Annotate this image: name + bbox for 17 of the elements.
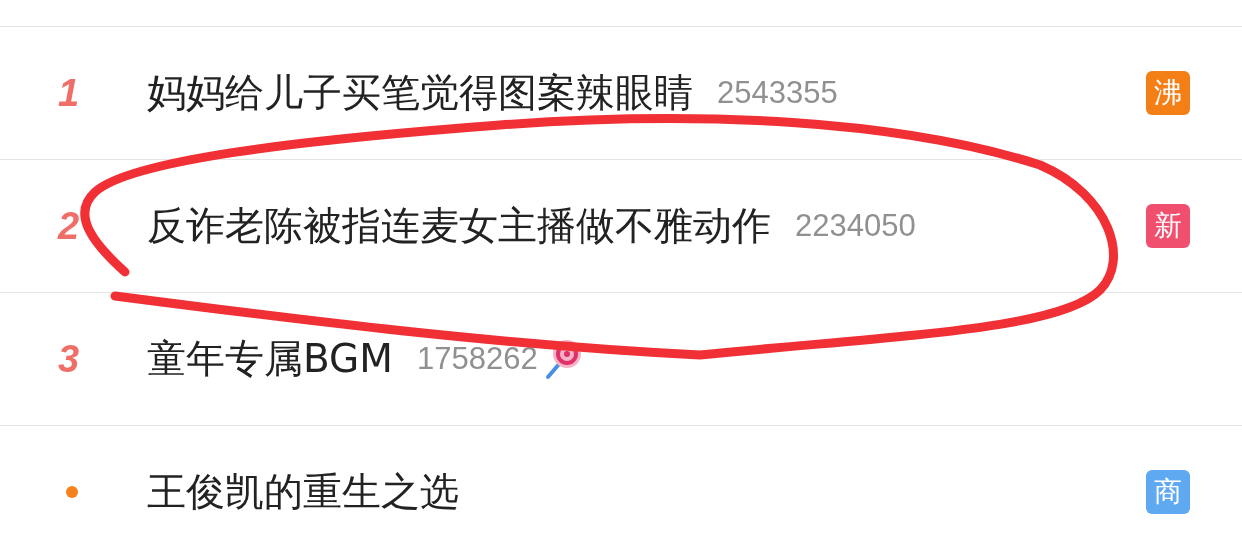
hot-badge: 沸: [1146, 71, 1190, 115]
heat-count: 2234050: [795, 208, 916, 244]
heat-count: 1758262: [416, 341, 538, 377]
topic-title: 妈妈给儿子买笔觉得图案辣眼睛: [147, 69, 693, 117]
topic-title: 童年专属BGM: [147, 335, 393, 383]
hot-badge: 商: [1146, 470, 1190, 514]
hot-search-row[interactable]: 1 妈妈给儿子买笔觉得图案辣眼睛 2543355 沸: [0, 26, 1242, 159]
hot-search-row[interactable]: 王俊凯的重生之选 商: [0, 425, 1242, 550]
rank-number: 1: [58, 71, 80, 115]
hot-search-row[interactable]: 3 童年专属BGM 1758262: [0, 292, 1242, 425]
topic-title: 反诈老陈被指连麦女主播做不雅动作: [147, 202, 771, 250]
hot-search-row[interactable]: 2 反诈老陈被指连麦女主播做不雅动作 2234050 新: [0, 159, 1242, 292]
rank-number: 3: [58, 337, 80, 381]
topic-title: 王俊凯的重生之选: [147, 468, 459, 516]
hot-badge: 新: [1146, 204, 1190, 248]
rank-number: 2: [58, 204, 80, 248]
heat-count: 2543355: [717, 75, 838, 111]
